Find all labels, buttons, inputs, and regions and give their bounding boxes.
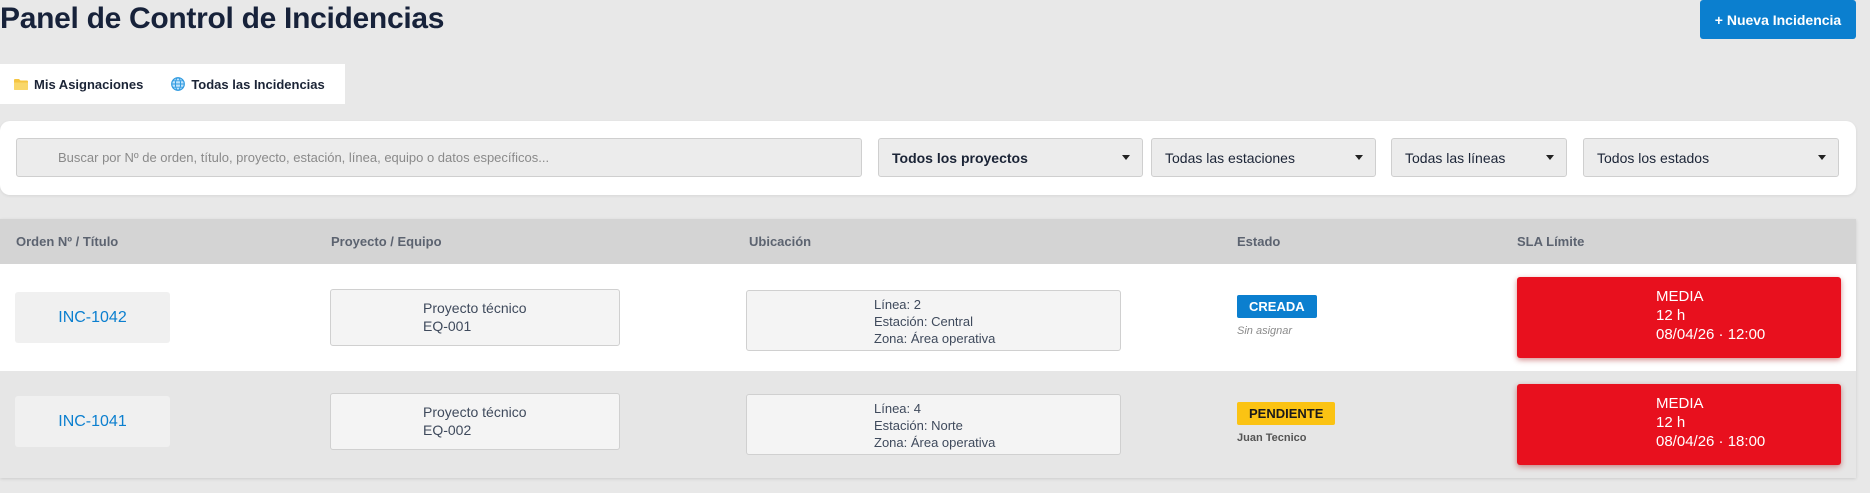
chevron-down-icon — [1355, 155, 1363, 160]
line-select-value: Todas las líneas — [1405, 149, 1506, 166]
location-station: Estación: Norte — [874, 418, 963, 433]
location-zone: Zona: Área operativa — [874, 435, 996, 450]
chevron-down-icon — [1818, 155, 1826, 160]
tab-label: Todas las Incidencias — [191, 76, 325, 92]
assignee-label: Sin asignar — [1237, 325, 1293, 337]
status-badge: CREADA — [1237, 295, 1317, 318]
sla-deadline: 08/04/26 · 12:00 — [1656, 326, 1766, 343]
search-input[interactable] — [16, 138, 862, 177]
sla-deadline: 08/04/26 · 18:00 — [1656, 433, 1766, 450]
column-header-status[interactable]: Estado — [1237, 219, 1280, 264]
sla-hours: 12 h — [1656, 414, 1686, 431]
project-name: Proyecto técnico — [423, 404, 527, 420]
tab-label: Mis Asignaciones — [34, 76, 144, 92]
column-header-sla[interactable]: SLA Límite — [1517, 219, 1584, 264]
sla-priority: MEDIA — [1656, 395, 1704, 412]
sla-hours: 12 h — [1656, 307, 1686, 324]
project-select-value: Todos los proyectos — [892, 149, 1028, 166]
view-tabs: Mis Asignaciones Todas las Incidencias — [0, 64, 345, 104]
tab-my-assignments[interactable]: Mis Asignaciones — [0, 64, 157, 104]
equipment-code: EQ-001 — [423, 318, 472, 334]
order-link[interactable]: INC-1042 — [15, 292, 170, 343]
status-select-value: Todos los estados — [1597, 149, 1710, 166]
sla-indicator: MEDIA 12 h 08/04/26 · 12:00 — [1517, 277, 1841, 358]
sla-indicator: MEDIA 12 h 08/04/26 · 18:00 — [1517, 384, 1841, 465]
table-header: Orden Nº / Título Proyecto / Equipo Ubic… — [0, 219, 1856, 264]
station-select[interactable]: Todas las estaciones — [1151, 138, 1376, 177]
location-cell: Línea: 2 Estación: Central Zona: Área op… — [746, 290, 1121, 351]
status-select[interactable]: Todos los estados — [1583, 138, 1839, 177]
column-header-project[interactable]: Proyecto / Equipo — [331, 219, 442, 264]
order-link[interactable]: INC-1041 — [15, 396, 170, 447]
location-zone: Zona: Área operativa — [874, 331, 996, 346]
table-row[interactable]: INC-1042 Proyecto técnico EQ-001 Línea: … — [0, 264, 1856, 371]
sla-priority: MEDIA — [1656, 288, 1704, 305]
status-badge: PENDIENTE — [1237, 402, 1336, 425]
location-line: Línea: 4 — [874, 401, 921, 416]
project-name: Proyecto técnico — [423, 300, 527, 316]
location-station: Estación: Central — [874, 314, 973, 329]
page-title: Panel de Control de Incidencias — [0, 2, 445, 35]
incidents-table: Orden Nº / Título Proyecto / Equipo Ubic… — [0, 219, 1856, 478]
new-incident-button[interactable]: + Nueva Incidencia — [1700, 0, 1856, 39]
assignee-label: Juan Tecnico — [1237, 432, 1307, 444]
chevron-down-icon — [1122, 155, 1130, 160]
globe-icon — [171, 77, 186, 91]
column-header-order[interactable]: Orden Nº / Título — [16, 219, 118, 264]
line-select[interactable]: Todas las líneas — [1391, 138, 1567, 177]
column-header-location[interactable]: Ubicación — [749, 219, 811, 264]
location-cell: Línea: 4 Estación: Norte Zona: Área oper… — [746, 394, 1121, 455]
folder-icon — [14, 78, 28, 90]
project-equipment-cell: Proyecto técnico EQ-001 — [330, 289, 620, 346]
location-line: Línea: 2 — [874, 297, 921, 312]
project-select[interactable]: Todos los proyectos — [878, 138, 1143, 177]
table-row[interactable]: INC-1041 Proyecto técnico EQ-002 Línea: … — [0, 371, 1856, 478]
equipment-code: EQ-002 — [423, 422, 472, 438]
project-equipment-cell: Proyecto técnico EQ-002 — [330, 393, 620, 450]
tab-all-incidents[interactable]: Todas las Incidencias — [157, 64, 338, 104]
chevron-down-icon — [1546, 155, 1554, 160]
filter-panel: Todos los proyectos Todas las estaciones… — [0, 121, 1856, 195]
station-select-value: Todas las estaciones — [1165, 149, 1295, 166]
